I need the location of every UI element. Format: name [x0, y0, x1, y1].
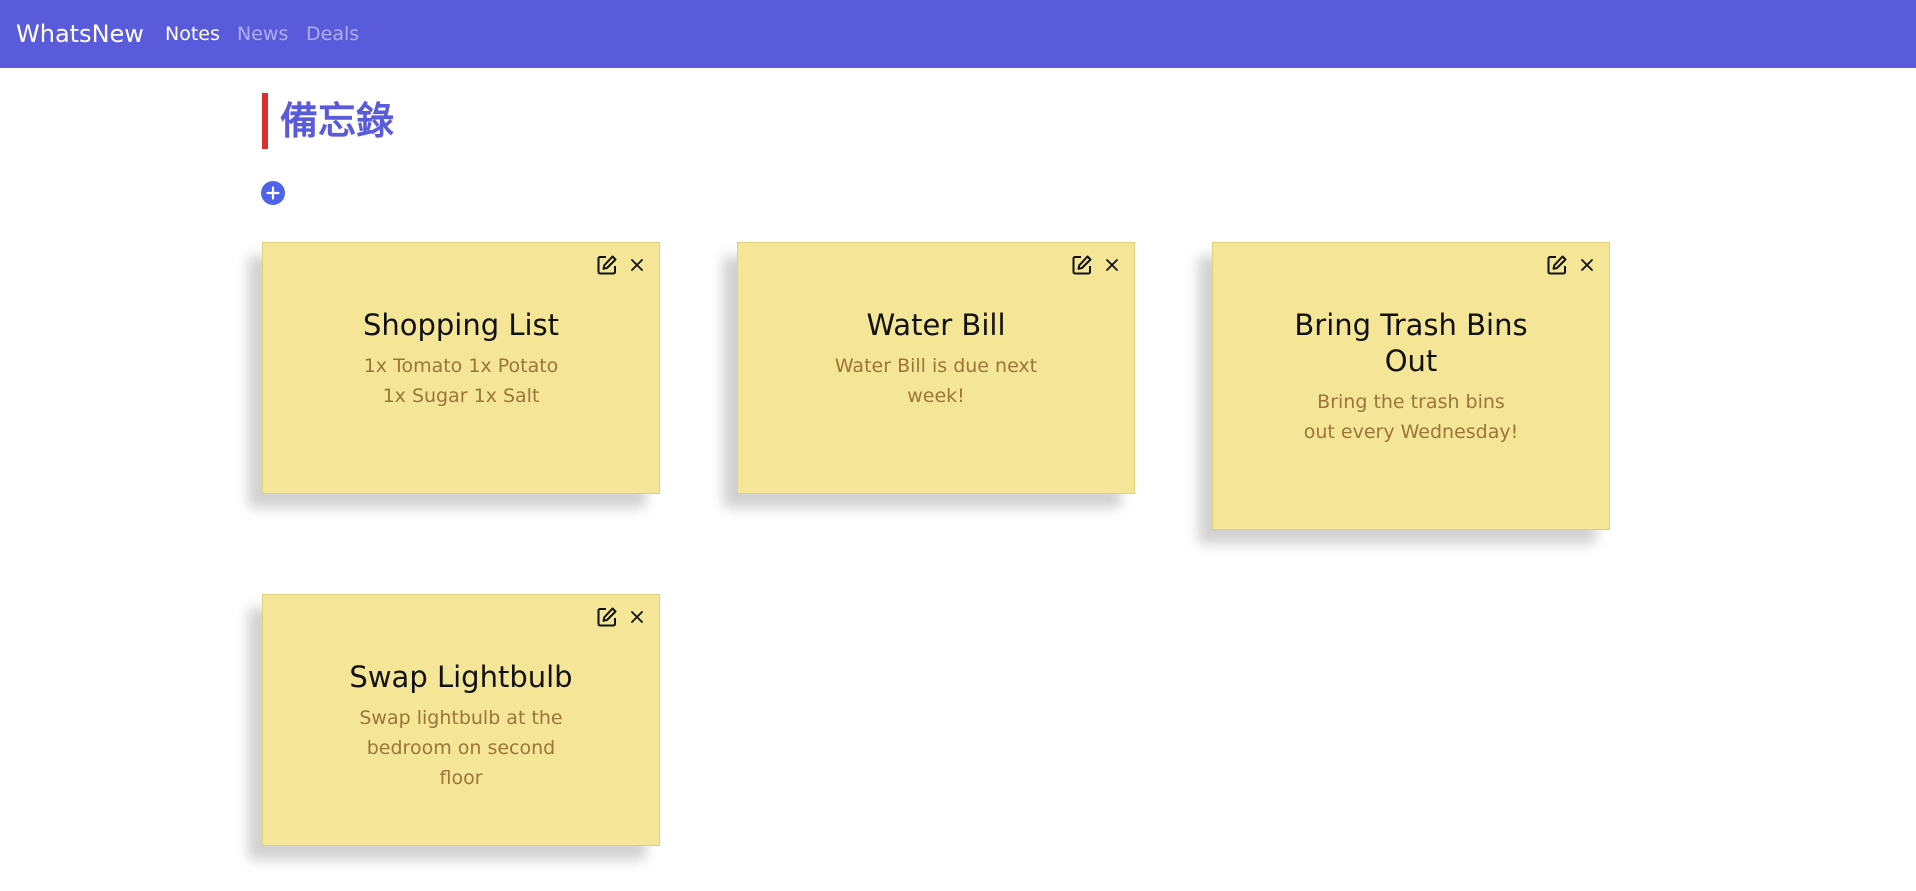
note-title: Shopping List — [362, 308, 560, 342]
add-note-button[interactable] — [261, 181, 285, 205]
note-actions — [595, 253, 649, 277]
note-title: Swap Lightbulb — [349, 660, 573, 694]
page-title: 備忘錄 — [280, 99, 395, 143]
note-card: Water Bill Water Bill is due next week! — [737, 242, 1135, 494]
close-icon[interactable] — [1100, 253, 1124, 277]
plus-circle-icon — [266, 186, 280, 200]
close-icon[interactable] — [1575, 253, 1599, 277]
navbar: WhatsNew Notes News Deals — [0, 0, 1916, 68]
note-body: Bring the trash bins out every Wednesday… — [1303, 391, 1519, 443]
nav-link-deals[interactable]: Deals — [306, 0, 359, 68]
nav-link-news[interactable]: News — [237, 0, 288, 68]
nav-link-notes[interactable]: Notes — [165, 0, 220, 68]
note-actions — [1070, 253, 1124, 277]
close-icon[interactable] — [625, 605, 649, 629]
note-card: Bring Trash Bins Out Bring the trash bin… — [1212, 242, 1610, 530]
note-card: Shopping List 1x Tomato 1x Potato 1x Sug… — [262, 242, 660, 494]
note-title: Bring Trash Bins Out — [1294, 308, 1528, 378]
close-icon[interactable] — [625, 253, 649, 277]
note-title: Water Bill — [866, 308, 1006, 342]
title-accent-bar — [262, 93, 268, 149]
note-actions — [595, 605, 649, 629]
edit-icon[interactable] — [1070, 253, 1094, 277]
note-actions — [1545, 253, 1599, 277]
note-card: Swap Lightbulb Swap lightbulb at the bed… — [262, 594, 660, 846]
note-body: Water Bill is due next week! — [834, 355, 1038, 407]
edit-icon[interactable] — [595, 253, 619, 277]
edit-icon[interactable] — [595, 605, 619, 629]
brand-link[interactable]: WhatsNew — [16, 0, 144, 68]
edit-icon[interactable] — [1545, 253, 1569, 277]
note-body: Swap lightbulb at the bedroom on second … — [359, 707, 563, 789]
note-body: 1x Tomato 1x Potato 1x Sugar 1x Salt — [363, 355, 559, 407]
